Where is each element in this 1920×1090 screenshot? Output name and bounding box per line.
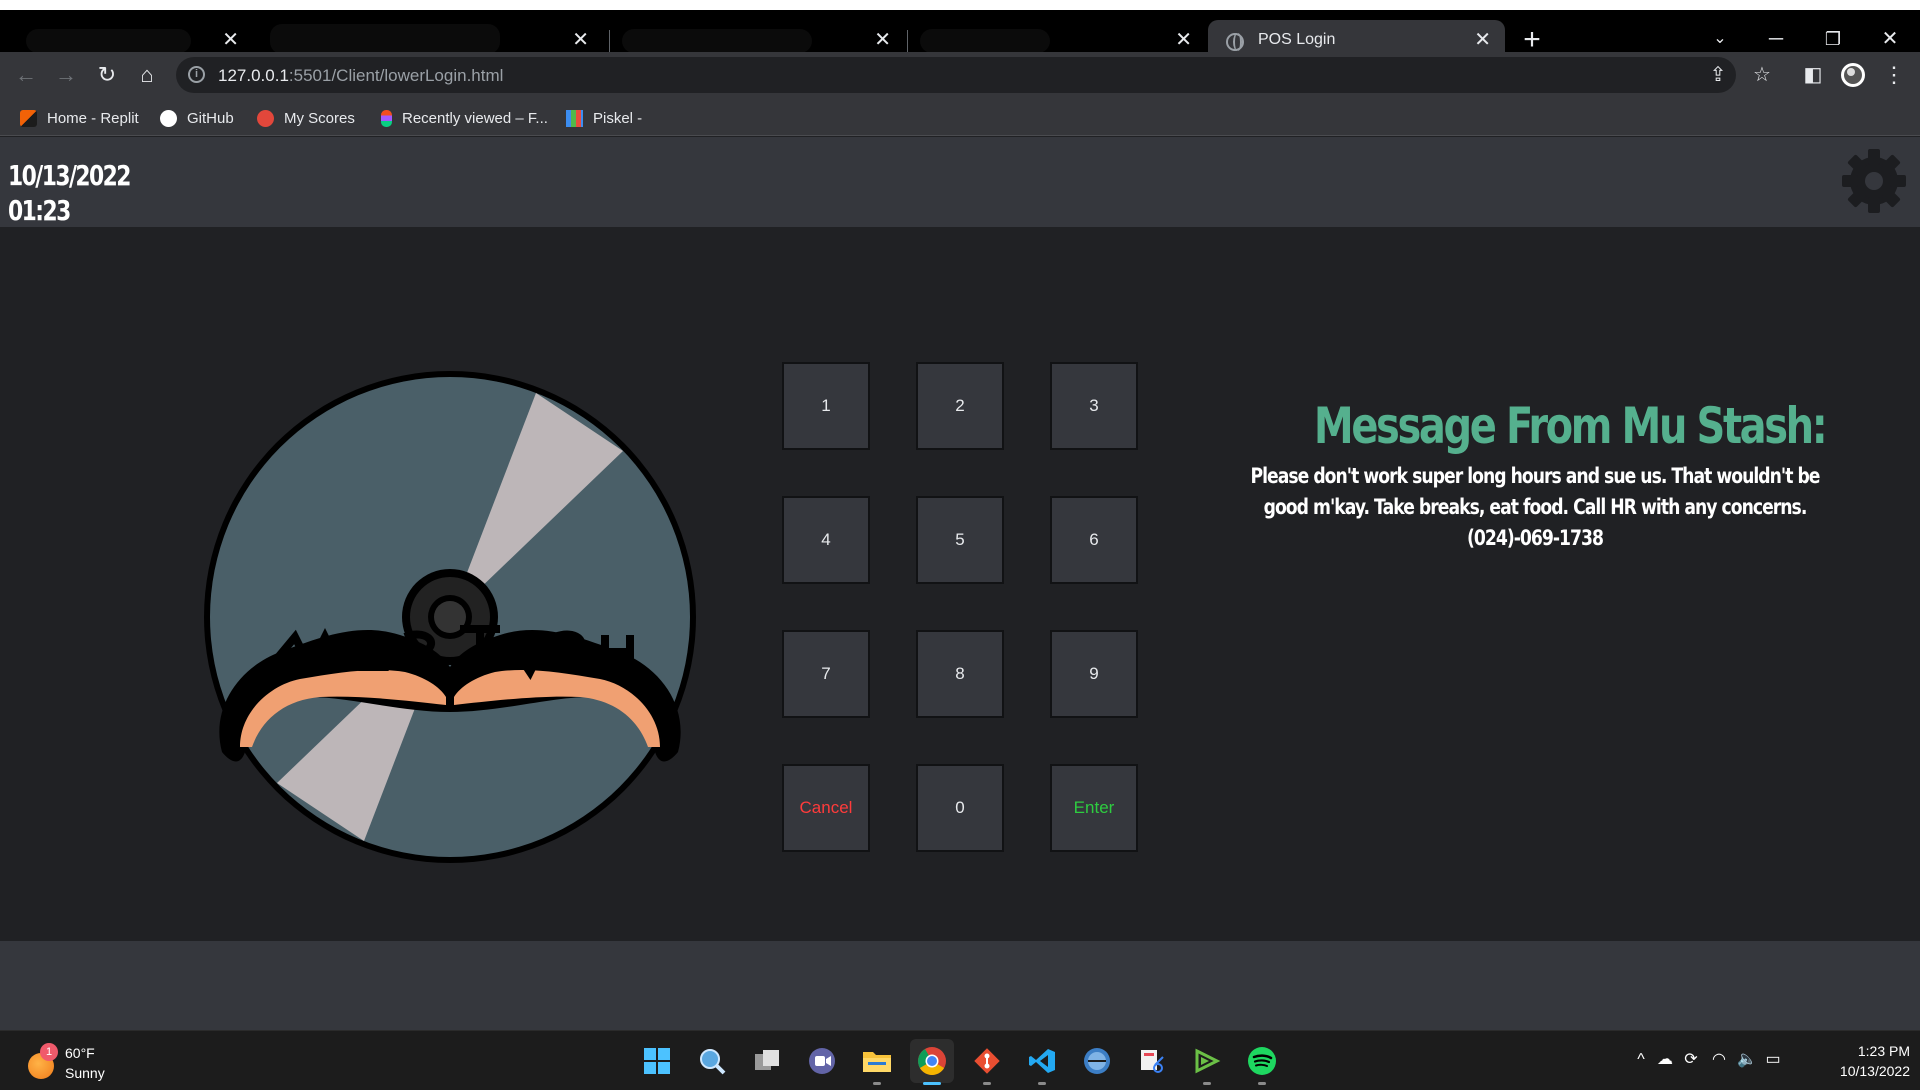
cancel-button[interactable]: Cancel bbox=[782, 764, 870, 852]
task-view-icon[interactable] bbox=[745, 1039, 789, 1083]
chevron-up-icon[interactable]: ^ bbox=[1630, 1049, 1652, 1071]
back-arrow-icon[interactable]: ← bbox=[10, 59, 42, 91]
bookmark-replit[interactable]: Home - Replit bbox=[20, 107, 139, 129]
close-icon[interactable]: ✕ bbox=[222, 29, 239, 51]
key-4[interactable]: 4 bbox=[782, 496, 870, 584]
redacted-tab-title bbox=[920, 29, 1050, 53]
enter-button[interactable]: Enter bbox=[1050, 764, 1138, 852]
sync-icon[interactable]: ⟳ bbox=[1680, 1049, 1702, 1071]
url-text[interactable]: 127.0.0.1:5501/Client/lowerLogin.html bbox=[218, 66, 503, 86]
address-bar[interactable]: i 127.0.0.1:5501/Client/lowerLogin.html … bbox=[176, 57, 1736, 93]
figma-icon bbox=[381, 109, 392, 127]
close-icon[interactable]: ✕ bbox=[1175, 29, 1192, 51]
clock-date: 10/13/2022 bbox=[1839, 1063, 1910, 1079]
pos-login-page: 10/13/2022 01:23 1 2 3 4 5 6 7 8 9 Cance… bbox=[0, 137, 1920, 1030]
page-header: 10/13/2022 01:23 bbox=[0, 137, 1920, 227]
vscode-icon[interactable] bbox=[1020, 1039, 1064, 1085]
profile-avatar[interactable] bbox=[1839, 61, 1867, 89]
redacted-tab-title bbox=[270, 24, 500, 54]
key-5[interactable]: 5 bbox=[916, 496, 1004, 584]
replit-icon bbox=[20, 109, 37, 127]
bookmark-label: Piskel - bbox=[593, 109, 643, 127]
weather-temp: 60°F bbox=[65, 1045, 95, 1061]
side-panel-icon[interactable]: ◧ bbox=[1799, 61, 1827, 89]
key-3[interactable]: 3 bbox=[1050, 362, 1138, 450]
windows-taskbar: 1 60°F Sunny ^ ☁ ⟳ ◠ 🔈 ▭ 1:23 PM 10/13/2… bbox=[0, 1030, 1920, 1090]
key-7[interactable]: 7 bbox=[782, 630, 870, 718]
site-info-icon[interactable]: i bbox=[188, 66, 205, 83]
snipping-tool-icon[interactable] bbox=[1130, 1039, 1174, 1083]
bookmark-figma[interactable]: Recently viewed – F... bbox=[378, 107, 548, 129]
browser-toolbar: ← → ↻ ⌂ i 127.0.0.1:5501/Client/lowerLog… bbox=[0, 52, 1920, 98]
bookmark-label: My Scores bbox=[284, 109, 355, 127]
tab-title: POS Login bbox=[1258, 31, 1336, 48]
teams-chat-icon[interactable] bbox=[800, 1039, 844, 1083]
search-icon[interactable] bbox=[690, 1039, 734, 1083]
close-icon[interactable]: ✕ bbox=[1474, 29, 1491, 51]
file-explorer-icon[interactable] bbox=[855, 1039, 899, 1085]
message-body: Please don't work super long hours and s… bbox=[1250, 464, 1820, 550]
menu-kebab-icon[interactable]: ⋮ bbox=[1880, 61, 1908, 89]
scores-icon bbox=[257, 109, 274, 127]
weather-widget[interactable]: 1 60°F Sunny bbox=[28, 1041, 138, 1083]
bookmark-my-scores[interactable]: My Scores bbox=[257, 107, 355, 129]
running-indicator bbox=[983, 1082, 991, 1085]
key-8[interactable]: 8 bbox=[916, 630, 1004, 718]
github-icon bbox=[160, 109, 177, 127]
taskbar-clock[interactable]: 1:23 PM 10/13/2022 bbox=[1820, 1041, 1910, 1081]
close-icon[interactable]: ✕ bbox=[572, 29, 589, 51]
notification-badge: 1 bbox=[40, 1043, 58, 1061]
message-panel: Message From Mu Stash: Please don't work… bbox=[1250, 397, 1827, 554]
running-indicator bbox=[923, 1082, 941, 1085]
key-0[interactable]: 0 bbox=[916, 764, 1004, 852]
windows-start-icon[interactable] bbox=[635, 1039, 679, 1083]
piskel-icon bbox=[566, 109, 583, 127]
clock-time: 1:23 PM bbox=[1857, 1043, 1910, 1059]
chrome-icon[interactable] bbox=[910, 1039, 954, 1085]
running-indicator bbox=[1038, 1082, 1046, 1085]
key-6[interactable]: 6 bbox=[1050, 496, 1138, 584]
time-display: 01:23 bbox=[8, 194, 71, 227]
running-indicator bbox=[1258, 1082, 1266, 1085]
bookmark-star-icon[interactable]: ☆ bbox=[1748, 61, 1776, 89]
message-title: Message From Mu Stash: bbox=[1313, 397, 1828, 455]
battery-icon[interactable]: ▭ bbox=[1762, 1049, 1784, 1071]
git-icon[interactable] bbox=[965, 1039, 1009, 1085]
running-indicator bbox=[873, 1082, 881, 1085]
browser-app-icon[interactable] bbox=[1075, 1039, 1119, 1083]
gear-icon[interactable] bbox=[1838, 145, 1910, 217]
bookmark-piskel[interactable]: Piskel - bbox=[566, 107, 642, 129]
key-9[interactable]: 9 bbox=[1050, 630, 1138, 718]
date-display: 10/13/2022 bbox=[8, 159, 131, 192]
reload-icon[interactable]: ↻ bbox=[91, 59, 123, 91]
close-icon[interactable]: ✕ bbox=[874, 29, 891, 51]
bookmark-label: Recently viewed – F... bbox=[402, 109, 548, 127]
bookmarks-bar: Home - Replit GitHub My Scores Recently … bbox=[0, 98, 1920, 136]
bookmark-github[interactable]: GitHub bbox=[160, 107, 234, 129]
onedrive-cloud-icon[interactable]: ☁ bbox=[1654, 1049, 1676, 1071]
forward-arrow-icon[interactable]: → bbox=[50, 59, 82, 91]
vim-icon[interactable] bbox=[1185, 1039, 1229, 1085]
browser-tab-strip: ✕ ✕ ✕ ✕ POS Login ✕ + ⌄ ─ ❐ ✕ bbox=[0, 0, 1920, 62]
volume-icon[interactable]: 🔈 bbox=[1736, 1049, 1758, 1071]
bookmark-label: GitHub bbox=[187, 109, 234, 127]
home-icon[interactable]: ⌂ bbox=[131, 59, 163, 91]
key-2[interactable]: 2 bbox=[916, 362, 1004, 450]
share-icon[interactable]: ⇪ bbox=[1704, 61, 1732, 89]
wifi-icon[interactable]: ◠ bbox=[1708, 1049, 1730, 1071]
redacted-tab-title bbox=[26, 29, 191, 53]
mustash-logo bbox=[204, 371, 696, 863]
redacted-tab-title bbox=[622, 29, 812, 53]
globe-icon bbox=[1226, 33, 1244, 51]
weather-condition: Sunny bbox=[65, 1065, 105, 1081]
spotify-icon[interactable] bbox=[1240, 1039, 1284, 1085]
key-1[interactable]: 1 bbox=[782, 362, 870, 450]
running-indicator bbox=[1203, 1082, 1211, 1085]
page-footer bbox=[0, 941, 1920, 1030]
bookmark-label: Home - Replit bbox=[47, 109, 139, 127]
